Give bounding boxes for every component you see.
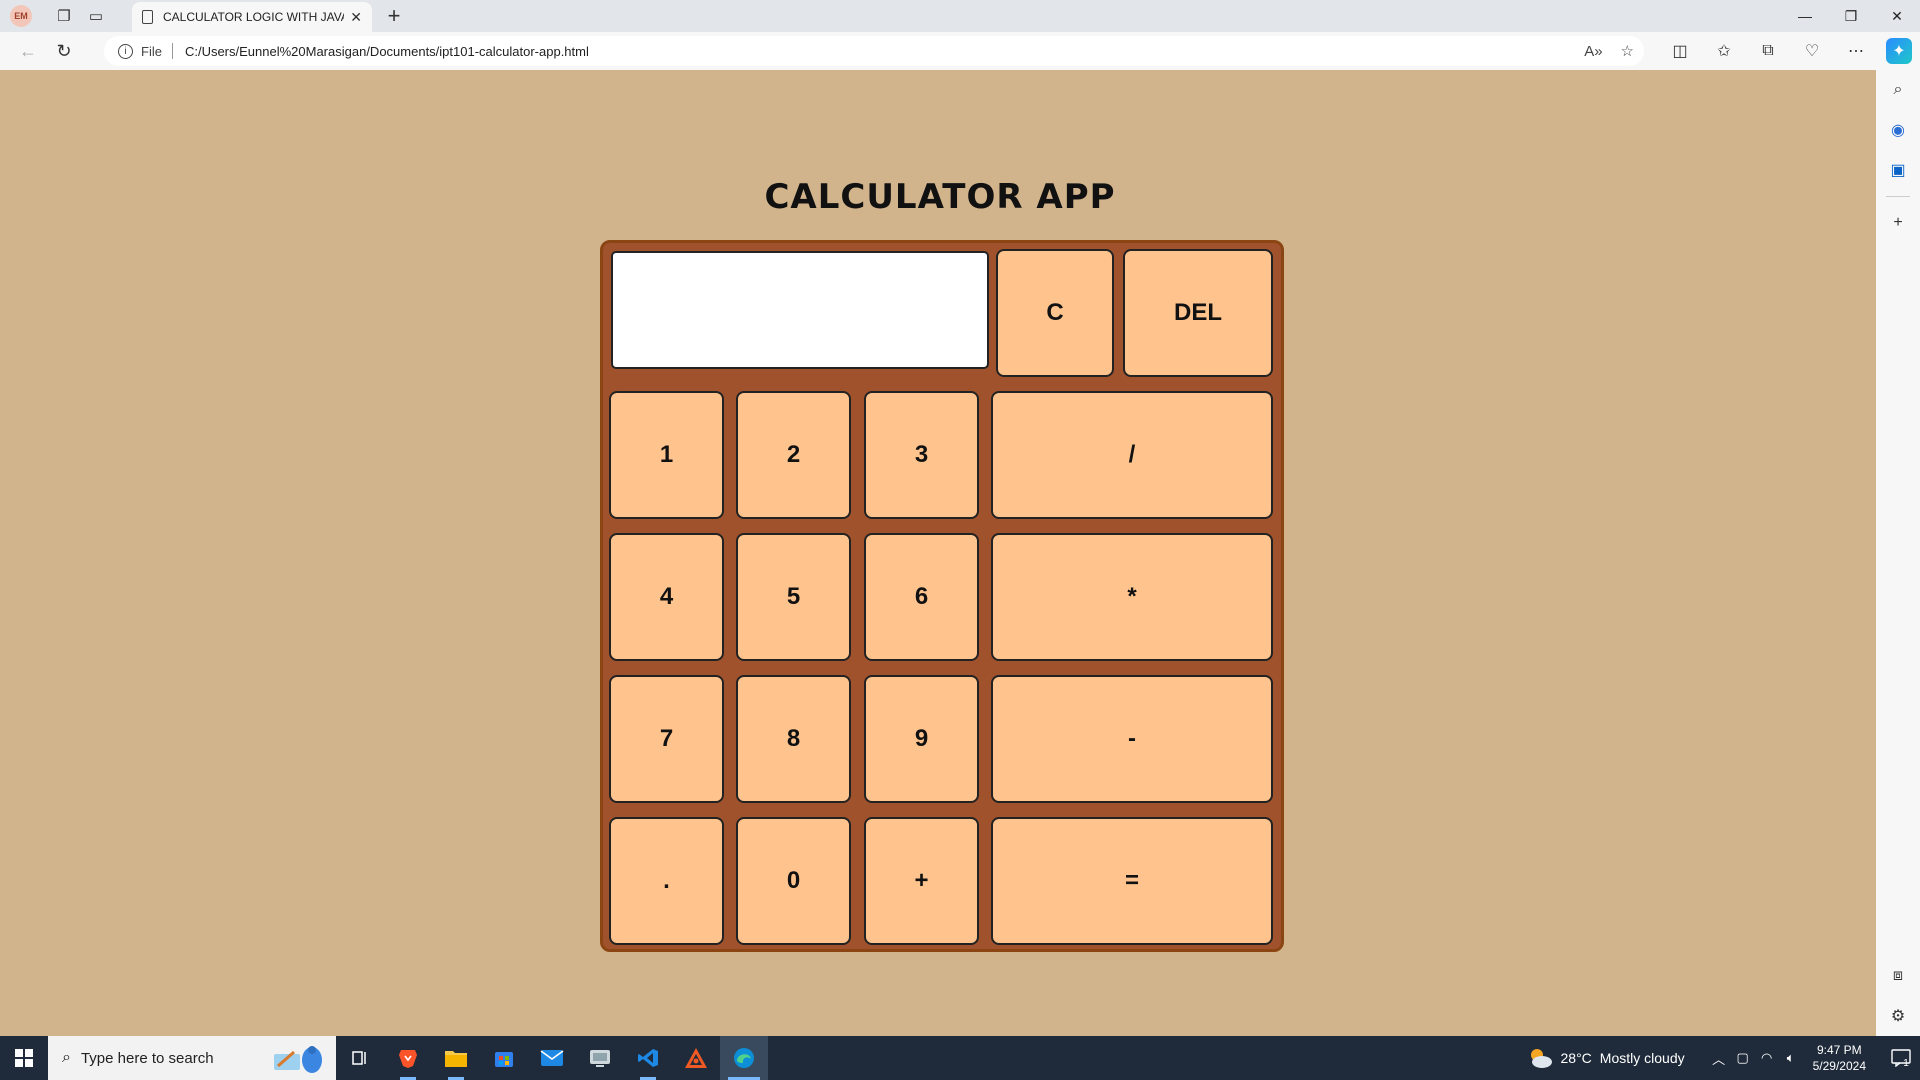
profile-avatar[interactable]: EM (10, 5, 32, 27)
new-tab-button[interactable]: + (380, 2, 408, 30)
window-controls: — ❐ ✕ (1782, 0, 1920, 32)
toolbar-actions: ◫ ✩ ⧉ ♡ ⋯ ✦ (1658, 32, 1920, 70)
digit-2-button[interactable]: 2 (736, 391, 851, 519)
microsoft365-icon[interactable]: ◉ (1876, 110, 1920, 150)
split-screen-icon[interactable]: ◫ (1658, 32, 1702, 70)
address-divider (171, 43, 173, 59)
read-aloud-icon[interactable]: A» (1584, 43, 1602, 60)
url-text[interactable]: C:/Users/Eunnel%20Marasigan/Documents/ip… (185, 44, 589, 59)
tab-strip: EM ❐ ▭ CALCULATOR LOGIC WITH JAVAS ✕ + —… (0, 0, 1920, 32)
calculator: C DEL 1 2 3 / 4 5 6 * 7 8 9 - . 0 + = (600, 240, 1284, 952)
active-tab[interactable]: CALCULATOR LOGIC WITH JAVAS ✕ (132, 2, 372, 32)
weather-description: Mostly cloudy (1599, 1050, 1685, 1066)
add-sidebar-app-icon[interactable]: + (1876, 203, 1920, 243)
copilot-icon[interactable]: ✦ (1886, 38, 1912, 64)
digit-3-button[interactable]: 3 (864, 391, 979, 519)
mail-icon[interactable] (528, 1036, 576, 1080)
clock-date: 5/29/2024 (1812, 1059, 1866, 1073)
vscode-icon[interactable] (624, 1036, 672, 1080)
site-info-icon[interactable]: i (118, 43, 133, 59)
digit-1-button[interactable]: 1 (609, 391, 724, 519)
file-explorer-icon[interactable] (432, 1036, 480, 1080)
tab-title: CALCULATOR LOGIC WITH JAVAS (163, 10, 345, 24)
digit-9-button[interactable]: 9 (864, 675, 979, 803)
app-launcher-icon[interactable] (672, 1036, 720, 1080)
browser-toolbar: ← ↻ i File C:/Users/Eunnel%20Marasigan/D… (0, 32, 1920, 70)
task-view-icon[interactable] (336, 1036, 384, 1080)
close-tab-icon[interactable]: ✕ (350, 9, 362, 26)
page-icon (142, 10, 153, 24)
windows-taskbar: ⌕ Type here to search 28°C Mostly cloudy… (0, 1036, 1920, 1080)
start-button[interactable] (0, 1036, 48, 1080)
outlook-icon[interactable]: ▣ (1876, 150, 1920, 190)
sidebar-settings-icon[interactable]: ⚙ (1876, 996, 1920, 1036)
divide-button[interactable]: / (991, 391, 1273, 519)
page-title: CALCULATOR APP (764, 177, 1116, 217)
close-window-button[interactable]: ✕ (1874, 0, 1920, 32)
page-viewport: CALCULATOR APP C DEL 1 2 3 / 4 5 6 * 7 8… (4, 70, 1876, 1036)
cloudy-weather-icon (1530, 1049, 1552, 1068)
sidebar-divider (1886, 196, 1910, 197)
search-placeholder: Type here to search (80, 1049, 214, 1067)
calculator-display[interactable] (611, 251, 989, 369)
digit-8-button[interactable]: 8 (736, 675, 851, 803)
browser-essentials-icon[interactable]: ♡ (1790, 32, 1834, 70)
microsoft-store-icon[interactable] (480, 1036, 528, 1080)
meet-now-icon[interactable]: ▢ (1731, 1050, 1755, 1066)
screenshot-icon[interactable]: ⧈ (1876, 956, 1920, 996)
add-button[interactable]: + (864, 817, 979, 945)
favorite-star-icon[interactable]: ☆ (1621, 42, 1634, 60)
volume-icon[interactable]: 🔈︎ (1779, 1050, 1803, 1066)
digit-0-button[interactable]: 0 (736, 817, 851, 945)
notification-count: 1 (1903, 1057, 1909, 1069)
back-button[interactable]: ← (10, 35, 46, 67)
refresh-button[interactable]: ↻ (46, 35, 82, 67)
digit-7-button[interactable]: 7 (609, 675, 724, 803)
minimize-button[interactable]: — (1782, 0, 1828, 32)
collections-icon[interactable]: ⧉ (1746, 32, 1790, 70)
address-scheme-label: File (141, 43, 162, 59)
system-tray: 28°C Mostly cloudy ︿ ▢ ◠ 🔈︎ 9:47 PM 5/29… (1527, 1036, 1920, 1080)
digit-4-button[interactable]: 4 (609, 533, 724, 661)
edge-browser-icon[interactable] (720, 1036, 768, 1080)
taskbar-search-box[interactable]: ⌕ Type here to search (48, 1036, 336, 1080)
clear-button[interactable]: C (996, 249, 1114, 377)
search-icon[interactable]: ⌕ (1876, 70, 1920, 110)
workspaces-icon[interactable]: ❐ (48, 0, 80, 32)
system-clock[interactable]: 9:47 PM 5/29/2024 (1813, 1042, 1866, 1074)
restore-button[interactable]: ❐ (1828, 0, 1874, 32)
address-bar[interactable]: i File C:/Users/Eunnel%20Marasigan/Docum… (104, 36, 1644, 66)
delete-button[interactable]: DEL (1123, 249, 1273, 377)
notification-center-icon[interactable]: 1 (1880, 1036, 1920, 1080)
wifi-icon[interactable]: ◠ (1755, 1050, 1779, 1066)
digit-5-button[interactable]: 5 (736, 533, 851, 661)
subtract-button[interactable]: - (991, 675, 1273, 803)
windows-logo-icon (15, 1049, 33, 1067)
snipping-app-icon[interactable] (576, 1036, 624, 1080)
search-highlight-illustration (274, 1046, 322, 1073)
multiply-button[interactable]: * (991, 533, 1273, 661)
vertical-tabs-icon[interactable]: ▭ (80, 0, 112, 32)
show-hidden-icons-chevron-icon[interactable]: ︿ (1707, 1049, 1731, 1068)
more-options-icon[interactable]: ⋯ (1834, 32, 1878, 70)
clock-time: 9:47 PM (1816, 1043, 1862, 1057)
weather-temperature: 28°C (1560, 1050, 1592, 1066)
brave-browser-icon[interactable] (384, 1036, 432, 1080)
digit-6-button[interactable]: 6 (864, 533, 979, 661)
favorites-icon[interactable]: ✩ (1702, 32, 1746, 70)
equals-button[interactable]: = (991, 817, 1273, 945)
weather-widget[interactable]: 28°C Mostly cloudy (1527, 1047, 1685, 1069)
search-icon: ⌕ (62, 1049, 71, 1066)
decimal-button[interactable]: . (609, 817, 724, 945)
edge-sidebar: ⌕ ◉ ▣ + ⧈ ⚙ (1876, 70, 1920, 1036)
